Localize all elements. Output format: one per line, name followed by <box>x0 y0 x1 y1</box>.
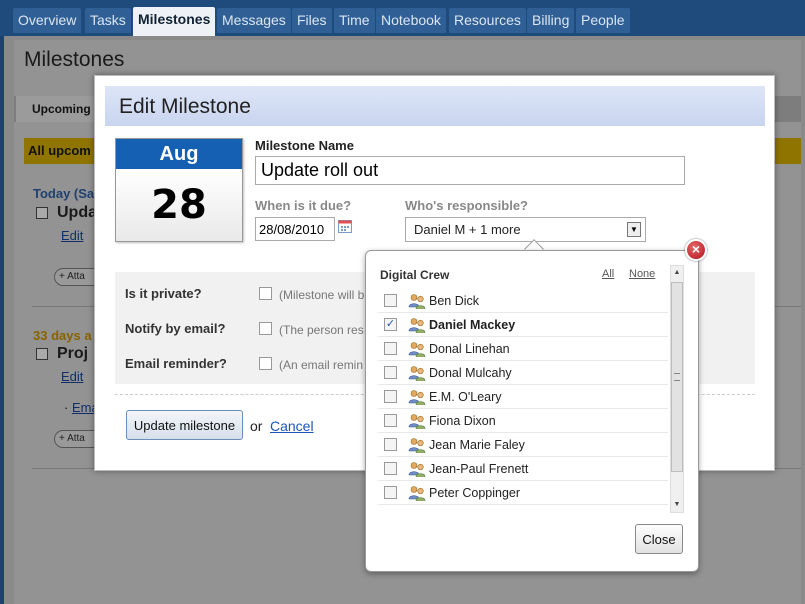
people-icon <box>408 461 426 477</box>
tab-people[interactable]: People <box>576 8 630 33</box>
tab-resources[interactable]: Resources <box>449 8 526 33</box>
calendar-month: Aug <box>116 139 242 169</box>
private-description: (Milestone will b <box>279 288 365 302</box>
group-title: Digital Crew <box>380 268 450 282</box>
tab-overview[interactable]: Overview <box>13 8 82 33</box>
calendar-icon[interactable] <box>338 219 352 233</box>
calendar-badge: Aug 28 <box>115 138 243 242</box>
cancel-link[interactable]: Cancel <box>270 418 314 434</box>
milestone-checkbox[interactable] <box>36 207 48 219</box>
person-name: Peter Coppinger <box>429 486 521 500</box>
close-icon[interactable]: × <box>685 239 707 261</box>
person-row[interactable]: Peter Coppinger <box>378 481 668 505</box>
scroll-thumb[interactable] <box>671 282 683 472</box>
milestone-checkbox[interactable] <box>36 348 48 360</box>
responsible-label: Who's responsible? <box>405 198 528 213</box>
chevron-down-icon[interactable]: ▼ <box>627 222 641 237</box>
responsible-popup: Digital Crew All None Ben Dick ✓ Daniel Ma… <box>365 250 699 572</box>
person-name: Jean-Paul Frenett <box>429 462 529 476</box>
tab-time[interactable]: Time <box>334 8 375 33</box>
update-milestone-button[interactable]: Update milestone <box>126 410 243 440</box>
private-label: Is it private? <box>125 286 202 301</box>
person-name: Donal Mulcahy <box>429 366 512 380</box>
person-checkbox[interactable] <box>384 366 397 379</box>
people-icon <box>408 365 426 381</box>
scrollbar[interactable]: ▲ ▼ <box>670 265 684 513</box>
responsible-select[interactable]: Daniel M + 1 more ▼ <box>405 217 646 242</box>
due-date-label: When is it due? <box>255 198 352 213</box>
people-list: Ben Dick ✓ Daniel Mackey Donal Linehan Donal… <box>378 289 668 513</box>
milestone-title: Upda <box>57 204 97 221</box>
tab-billing[interactable]: Billing <box>527 8 575 33</box>
person-name: Fiona Dixon <box>429 414 496 428</box>
top-nav: Overview Tasks Milestones Messages Files… <box>0 0 805 36</box>
scroll-down-icon[interactable]: ▼ <box>671 498 683 512</box>
people-icon <box>408 341 426 357</box>
tab-tasks[interactable]: Tasks <box>85 8 131 33</box>
person-row[interactable]: E.M. O'Leary <box>378 385 668 409</box>
or-text: or <box>250 418 263 434</box>
reminder-checkbox[interactable] <box>259 357 272 370</box>
select-none-link[interactable]: None <box>629 268 655 280</box>
reminder-label: Email reminder? <box>125 356 227 371</box>
close-button[interactable]: Close <box>635 524 683 554</box>
person-checkbox[interactable] <box>384 342 397 355</box>
person-row[interactable]: Ben Dick <box>378 289 668 313</box>
person-row[interactable]: Donal Linehan <box>378 337 668 361</box>
person-name: E.M. O'Leary <box>429 390 502 404</box>
people-icon <box>408 317 426 333</box>
people-icon <box>408 485 426 501</box>
person-row[interactable]: Donal Mulcahy <box>378 361 668 385</box>
grip-icon <box>674 373 680 381</box>
person-checkbox[interactable] <box>384 390 397 403</box>
notify-description: (The person res <box>279 323 364 337</box>
late-label: 33 days a <box>33 328 92 343</box>
tab-messages[interactable]: Messages <box>217 8 291 33</box>
tab-notebook[interactable]: Notebook <box>376 8 446 33</box>
today-label: Today (Sa <box>33 186 95 201</box>
dialog-title: Edit Milestone <box>119 95 251 118</box>
subtab-upcoming[interactable]: Upcoming <box>16 96 96 122</box>
people-icon <box>408 389 426 405</box>
tab-milestones[interactable]: Milestones <box>133 7 216 36</box>
person-checkbox[interactable] <box>384 462 397 475</box>
person-checkbox[interactable] <box>384 438 397 451</box>
reminder-description: (An email remin <box>279 358 364 372</box>
select-all-link[interactable]: All <box>602 268 614 280</box>
person-checkbox[interactable] <box>384 294 397 307</box>
person-name: Jean Marie Faley <box>429 438 525 452</box>
calendar-day: 28 <box>116 169 242 241</box>
scroll-up-icon[interactable]: ▲ <box>671 266 683 280</box>
milestone-title: Proj <box>57 345 89 362</box>
person-row[interactable]: ✓ Daniel Mackey <box>378 313 668 337</box>
person-name: Donal Linehan <box>429 342 510 356</box>
person-name: Ben Dick <box>429 294 480 308</box>
person-checkbox[interactable] <box>384 414 397 427</box>
people-icon <box>408 437 426 453</box>
dialog-header: Edit Milestone <box>105 86 765 126</box>
person-name: Daniel Mackey <box>429 318 516 332</box>
edit-link[interactable]: Edit <box>61 369 83 384</box>
milestone-name-label: Milestone Name <box>255 138 354 153</box>
person-checkbox[interactable] <box>384 486 397 499</box>
edit-link[interactable]: Edit <box>61 228 83 243</box>
person-row[interactable]: Jean-Paul Frenett <box>378 457 668 481</box>
notify-label: Notify by email? <box>125 321 226 336</box>
page-title: Milestones <box>24 48 125 71</box>
responsible-value: Daniel M + 1 more <box>414 222 521 237</box>
person-checkbox[interactable]: ✓ <box>384 318 397 331</box>
notify-checkbox[interactable] <box>259 322 272 335</box>
people-icon <box>408 293 426 309</box>
milestone-name-input[interactable] <box>255 156 685 185</box>
due-date-input[interactable] <box>255 217 335 241</box>
person-row[interactable]: Jean Marie Faley <box>378 433 668 457</box>
private-checkbox[interactable] <box>259 287 272 300</box>
person-row[interactable]: Fiona Dixon <box>378 409 668 433</box>
people-icon <box>408 413 426 429</box>
tab-files[interactable]: Files <box>292 8 332 33</box>
